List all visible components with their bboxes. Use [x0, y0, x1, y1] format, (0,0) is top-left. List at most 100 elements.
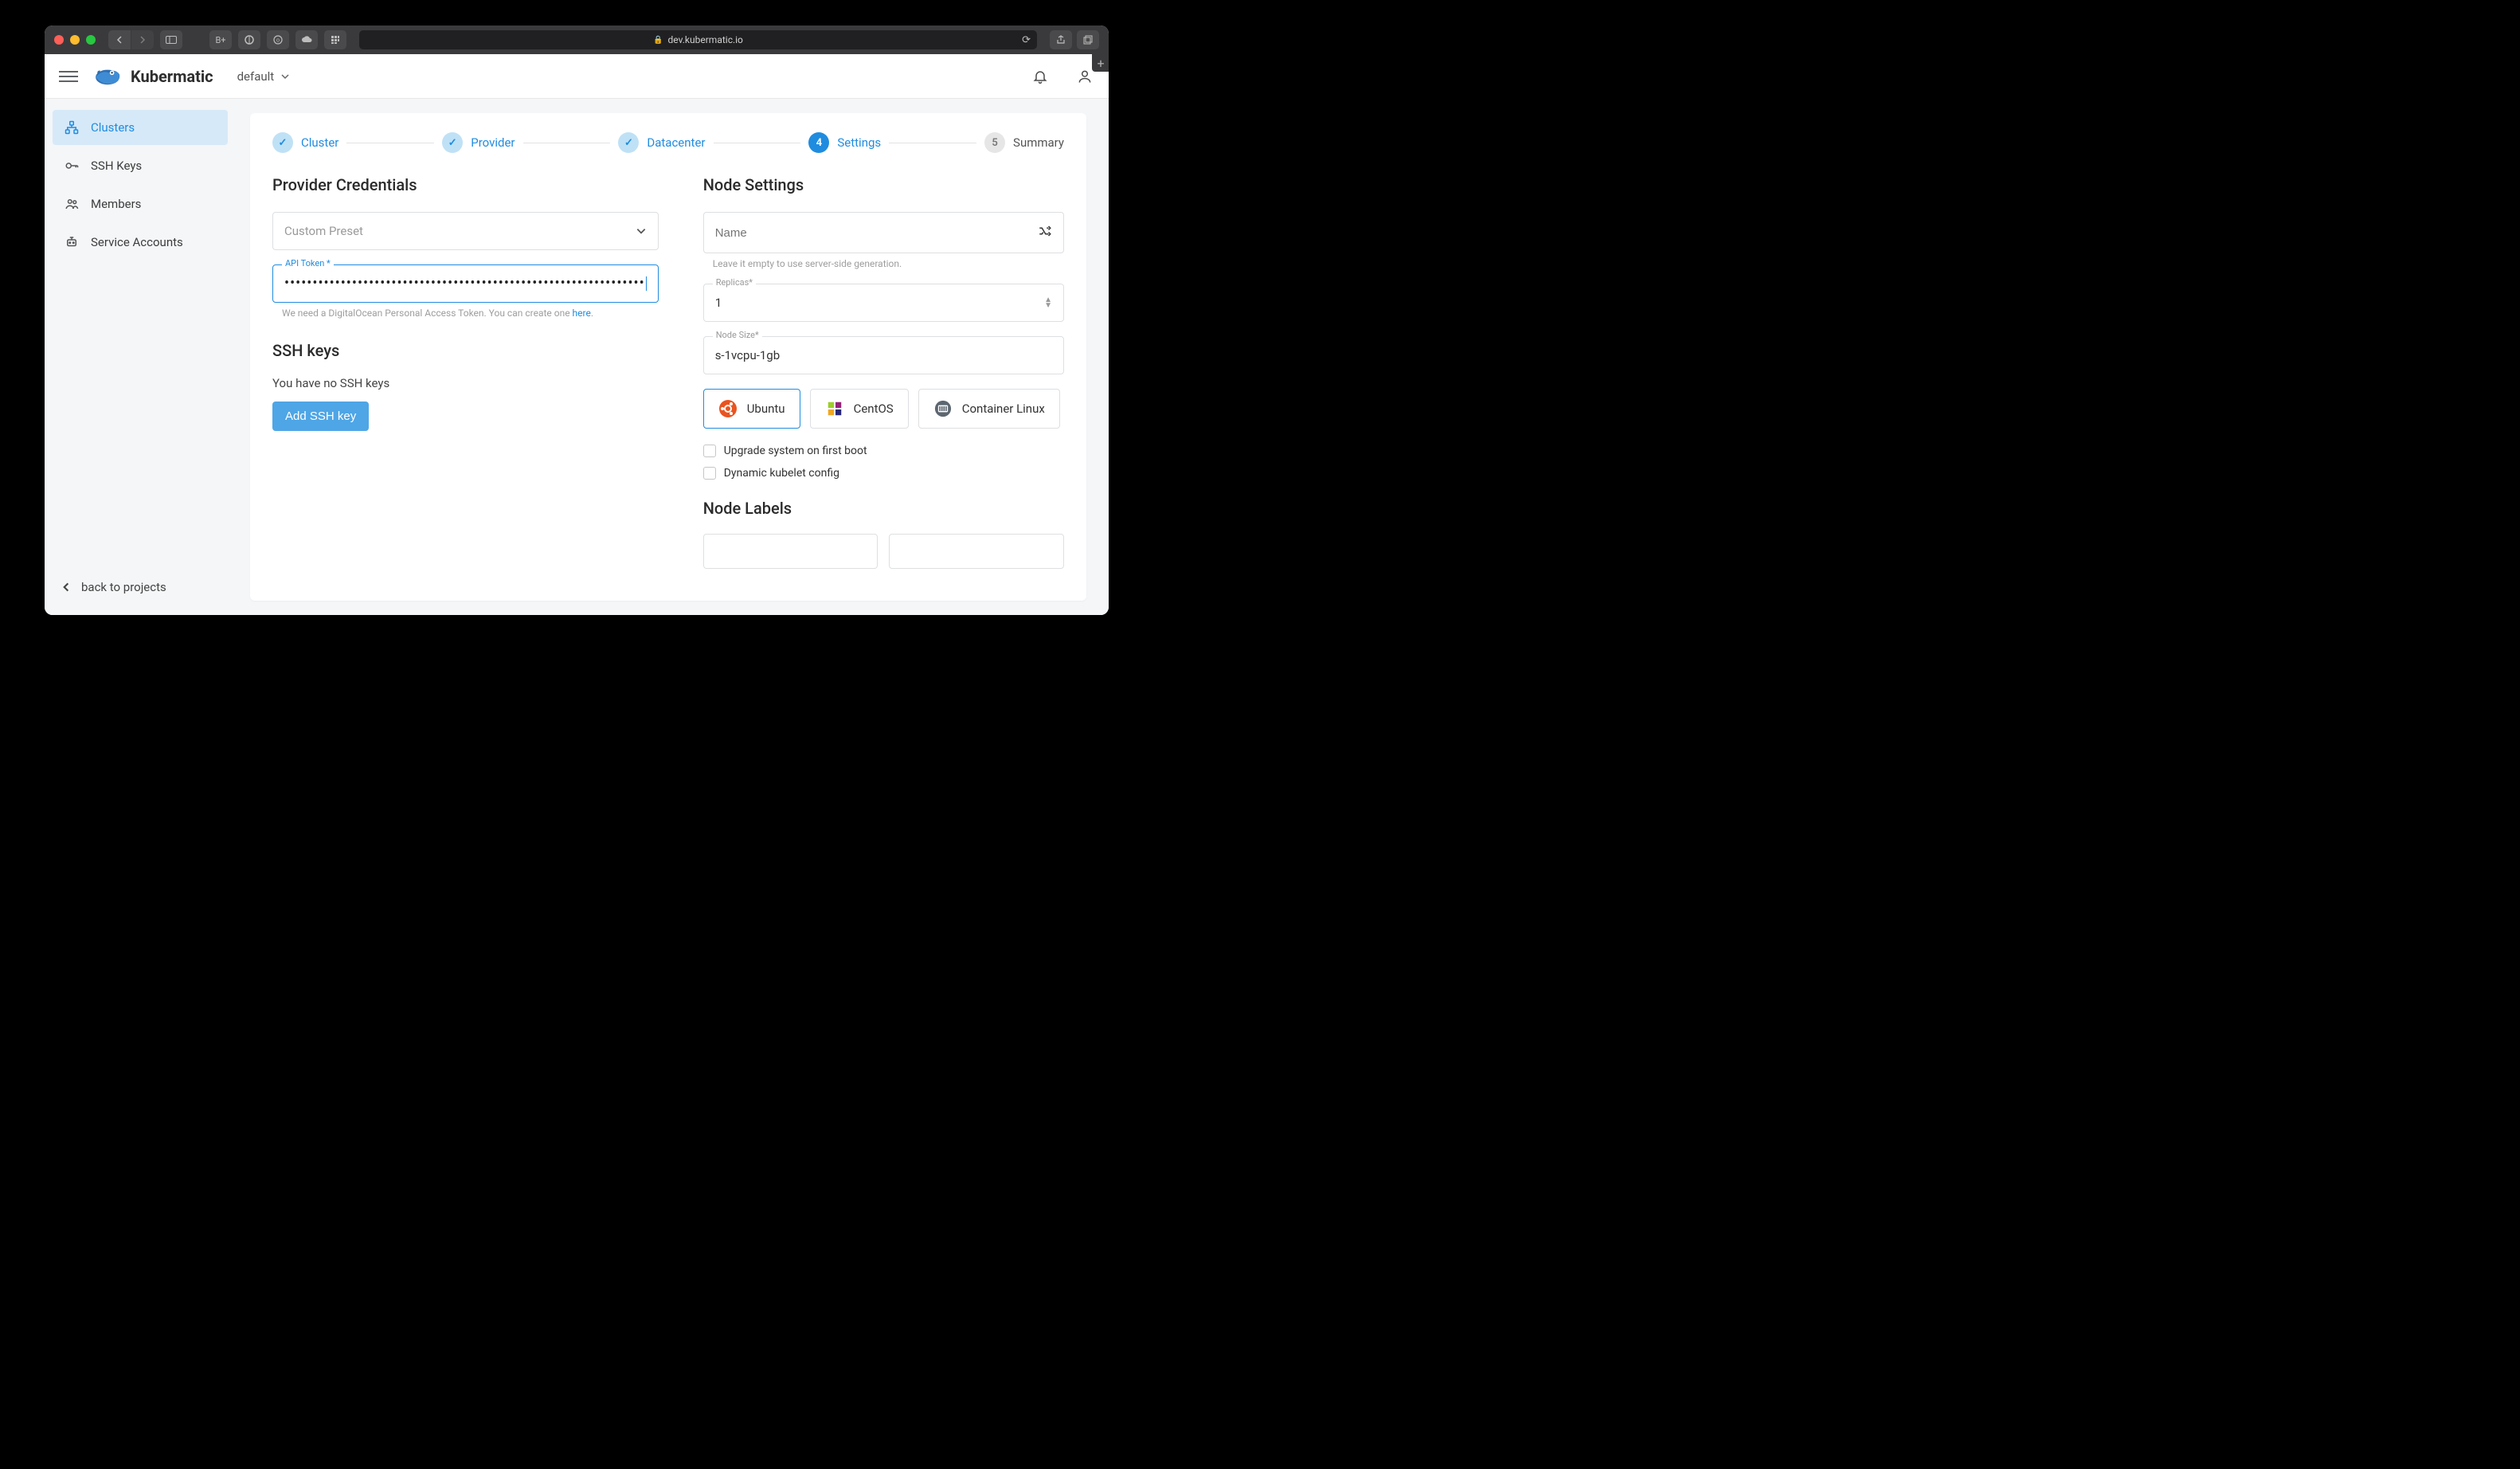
- nav-buttons: [108, 30, 154, 49]
- sidebar-item-label: Members: [91, 197, 141, 211]
- ext-icon-2[interactable]: [238, 30, 260, 49]
- address-text: dev.kubermatic.io: [668, 34, 743, 45]
- chevron-down-icon: [280, 72, 290, 81]
- text-cursor: [646, 276, 647, 291]
- section-title: Provider Credentials: [272, 175, 659, 194]
- centos-icon: [825, 399, 844, 418]
- label-value-field[interactable]: [889, 534, 1064, 569]
- custom-preset-field[interactable]: Custom Preset: [272, 212, 659, 250]
- svg-text:o: o: [276, 37, 280, 44]
- menu-icon[interactable]: [59, 67, 78, 86]
- check-icon: ✓: [618, 132, 639, 153]
- api-token-field[interactable]: API Token * ••••••••••••••••••••••••••••…: [272, 264, 659, 319]
- os-label: Ubuntu: [747, 402, 785, 416]
- traffic-lights: [54, 35, 96, 45]
- dynamic-kubelet-checkbox[interactable]: Dynamic kubelet config: [703, 467, 1064, 480]
- minimize-window-icon[interactable]: [70, 35, 80, 45]
- back-button[interactable]: [108, 30, 131, 49]
- os-selector: Ubuntu CentOS: [703, 389, 1064, 429]
- back-to-projects[interactable]: back to projects: [53, 570, 228, 604]
- robot-icon: [64, 234, 80, 250]
- node-size-value: s-1vcpu-1gb: [715, 348, 1052, 362]
- number-stepper-icon[interactable]: ▲▼: [1044, 297, 1052, 308]
- sidebar-item-members[interactable]: Members: [53, 186, 228, 221]
- os-label: Container Linux: [962, 402, 1045, 416]
- chevron-left-icon: [61, 582, 72, 593]
- step-datacenter[interactable]: ✓ Datacenter: [618, 132, 705, 153]
- wizard-card: ✓ Cluster ✓ Provider ✓ Datacenter: [250, 113, 1086, 601]
- brand-text: Kubermatic: [131, 67, 213, 86]
- label-key-field[interactable]: [703, 534, 878, 569]
- key-icon: [64, 158, 80, 174]
- step-provider[interactable]: ✓ Provider: [442, 132, 515, 153]
- sidebar-item-label: SSH Keys: [91, 159, 142, 173]
- create-token-link[interactable]: here: [573, 308, 591, 319]
- browser-chrome: B+ o 🔒 dev.kubermatic.io ⟳: [45, 25, 1109, 54]
- kubermatic-logo-icon: [92, 65, 123, 88]
- os-label: CentOS: [854, 402, 894, 416]
- forward-button[interactable]: [131, 30, 154, 49]
- step-summary[interactable]: 5 Summary: [984, 132, 1064, 153]
- step-settings[interactable]: 4 Settings: [808, 132, 881, 153]
- upgrade-on-boot-checkbox[interactable]: Upgrade system on first boot: [703, 445, 1064, 457]
- wizard-stepper: ✓ Cluster ✓ Provider ✓ Datacenter: [272, 132, 1064, 153]
- reload-icon[interactable]: ⟳: [1022, 34, 1031, 46]
- sidebar-item-clusters[interactable]: Clusters: [53, 110, 228, 145]
- check-icon: ✓: [442, 132, 463, 153]
- node-name-helper: Leave it empty to use server-side genera…: [713, 258, 1064, 269]
- checkbox-icon: [703, 467, 716, 480]
- sidebar-item-serviceaccounts[interactable]: Service Accounts: [53, 225, 228, 260]
- close-window-icon[interactable]: [54, 35, 64, 45]
- maximize-window-icon[interactable]: [86, 35, 96, 45]
- os-tile-ubuntu[interactable]: Ubuntu: [703, 389, 800, 429]
- ext-icon-grid[interactable]: [324, 30, 346, 49]
- clusters-icon: [64, 119, 80, 135]
- share-icon[interactable]: [1050, 30, 1072, 49]
- ubuntu-icon: [718, 399, 738, 418]
- ext-icon-3[interactable]: o: [267, 30, 289, 49]
- sidebar-icon[interactable]: [160, 30, 182, 49]
- sidebar-item-label: Service Accounts: [91, 235, 183, 249]
- ext-icon-1[interactable]: B+: [209, 30, 232, 49]
- node-settings-section: Node Settings Leave it empty to use serv…: [703, 175, 1064, 569]
- api-token-value: ••••••••••••••••••••••••••••••••••••••••…: [284, 276, 645, 291]
- shuffle-icon[interactable]: [1038, 224, 1052, 241]
- lock-icon: 🔒: [653, 36, 663, 45]
- tabs-icon[interactable]: [1077, 30, 1099, 49]
- os-tile-container-linux[interactable]: Container Linux: [918, 389, 1060, 429]
- node-size-label: Node Size*: [713, 330, 762, 340]
- members-icon: [64, 196, 80, 212]
- sidebar-item-label: Clusters: [91, 120, 135, 135]
- app-header: Kubermatic default: [45, 54, 1109, 99]
- chevron-down-icon: [636, 225, 647, 237]
- ssh-empty-text: You have no SSH keys: [272, 376, 659, 390]
- replicas-label: Replicas*: [713, 277, 756, 288]
- brand-logo[interactable]: Kubermatic: [92, 65, 213, 88]
- notifications-icon[interactable]: [1031, 67, 1050, 86]
- ssh-keys-title: SSH keys: [272, 341, 659, 360]
- sidebar-item-sshkeys[interactable]: SSH Keys: [53, 148, 228, 183]
- os-tile-centos[interactable]: CentOS: [810, 389, 909, 429]
- node-name-input[interactable]: [715, 226, 1038, 240]
- add-ssh-key-button[interactable]: Add SSH key: [272, 402, 369, 431]
- project-name: default: [237, 69, 275, 84]
- api-token-label: API Token *: [282, 258, 334, 268]
- api-token-helper: We need a DigitalOcean Personal Access T…: [282, 308, 659, 319]
- container-linux-icon: [933, 399, 953, 418]
- new-tab-icon[interactable]: +: [1092, 54, 1109, 72]
- project-dropdown[interactable]: default: [237, 69, 291, 84]
- node-size-field[interactable]: Node Size* s-1vcpu-1gb: [703, 336, 1064, 374]
- ext-icon-cloud[interactable]: [295, 30, 318, 49]
- section-title: Node Settings: [703, 175, 1064, 194]
- check-icon: ✓: [272, 132, 293, 153]
- step-cluster[interactable]: ✓ Cluster: [272, 132, 338, 153]
- provider-credentials-section: Provider Credentials Custom Preset API T…: [272, 175, 659, 569]
- back-label: back to projects: [81, 580, 166, 594]
- replicas-field[interactable]: Replicas* 1 ▲▼: [703, 284, 1064, 322]
- sidebar: Clusters SSH Keys Members Service Accoun…: [45, 99, 236, 615]
- address-bar[interactable]: 🔒 dev.kubermatic.io ⟳: [359, 30, 1037, 49]
- node-labels-title: Node Labels: [703, 499, 1064, 518]
- checkbox-icon: [703, 445, 716, 457]
- node-name-field[interactable]: Leave it empty to use server-side genera…: [703, 212, 1064, 269]
- replicas-value: 1: [715, 296, 1044, 310]
